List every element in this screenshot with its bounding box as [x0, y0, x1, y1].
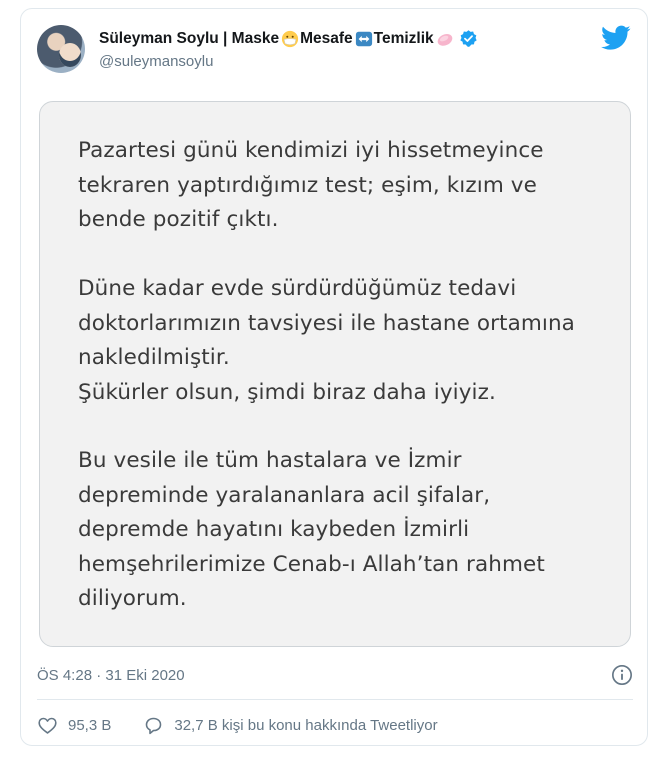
action-bar: 95,3 B 32,7 B kişi bu konu hakkında Twee… — [37, 713, 438, 737]
like-count: 95,3 B — [68, 716, 112, 734]
conversation-button[interactable]: 32,7 B kişi bu konu hakkında Tweetliyor — [143, 715, 438, 736]
verified-badge-icon — [460, 30, 477, 47]
heart-icon — [38, 717, 57, 734]
display-name-part2[interactable]: Mesafe — [300, 30, 353, 48]
tweet-card: Süleyman Soylu | Maske Mesafe Temizlik @… — [20, 8, 648, 746]
tweet-image[interactable]: Pazartesi günü kendimizi iyi hissetmeyin… — [39, 101, 631, 647]
conversation-text: 32,7 B kişi bu konu hakkında Tweetliyor — [174, 716, 438, 734]
avatar[interactable] — [37, 25, 85, 73]
author-handle[interactable]: @suleymansoylu — [99, 53, 213, 70]
twitter-bird-icon[interactable] — [601, 25, 631, 51]
display-name-part3[interactable]: Temizlik — [374, 30, 434, 48]
image-text-paragraph-3: Bu vesile ile tüm hastalara ve İzmir dep… — [78, 448, 545, 611]
display-name-part1[interactable]: Süleyman Soylu | Maske — [99, 30, 279, 48]
mask-emoji-icon — [281, 30, 299, 47]
tweet-timestamp[interactable]: ÖS 4:28 · 31 Eki 2020 — [37, 667, 185, 684]
divider — [37, 699, 633, 700]
info-icon[interactable] — [611, 664, 633, 686]
image-text-paragraph-1: Pazartesi günü kendimizi iyi hissetmeyin… — [78, 138, 544, 232]
author-name-row[interactable]: Süleyman Soylu | Maske Mesafe Temizlik — [99, 29, 478, 48]
comment-icon — [146, 717, 162, 734]
like-button[interactable]: 95,3 B — [37, 715, 111, 736]
soap-emoji-icon — [437, 33, 452, 46]
image-text-paragraph-2: Düne kadar evde sürdürdüğümüz tedavi dok… — [78, 276, 575, 405]
timestamp-row: ÖS 4:28 · 31 Eki 2020 — [37, 664, 633, 688]
left-right-arrow-emoji-icon — [355, 31, 372, 46]
